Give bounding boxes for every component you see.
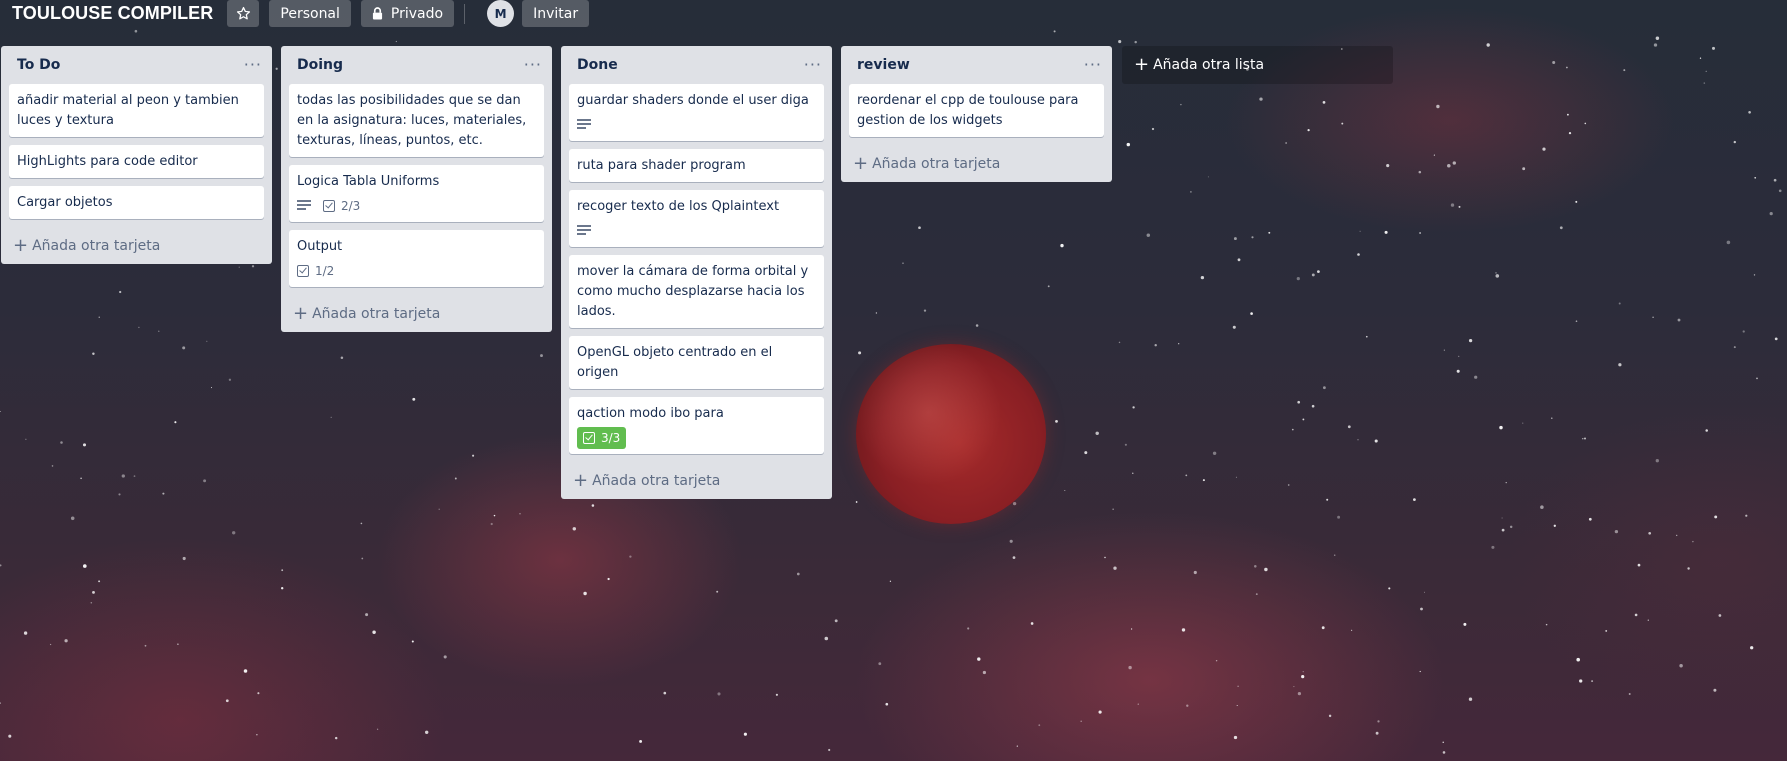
card-title: Cargar objetos [17,195,113,210]
list-menu-icon[interactable]: ··· [244,57,262,73]
checklist-icon [583,432,595,444]
card[interactable]: HighLights para code editor [9,145,264,178]
card-badges: 2/3 [297,196,536,216]
description-icon [297,200,311,212]
checklist-icon [323,200,335,212]
list-done[interactable]: Done ··· guardar shaders donde el user d… [561,46,832,499]
list-header: Done ··· [569,46,824,84]
card-title: reordenar el cpp de toulouse para gestio… [857,93,1079,128]
checklist-badge: 2/3 [323,199,360,213]
checklist-badge: 1/2 [297,264,334,278]
add-card-label: Añada otra tarjeta [872,155,1001,172]
visibility-label: Privado [390,5,444,22]
list-header: review ··· [849,46,1104,84]
card-title: HighLights para code editor [17,154,198,169]
card-title: Logica Tabla Uniforms [297,174,440,189]
list-menu-icon[interactable]: ··· [1084,57,1102,73]
list-review[interactable]: review ··· reordenar el cpp de toulouse … [841,46,1112,182]
checklist-count: 1/2 [315,264,335,278]
invite-label: Invitar [533,5,579,22]
checklist-count: 3/3 [601,431,621,445]
card-title: todas las posibilidades que se dan en la… [297,93,527,148]
plus-icon: + [853,152,869,174]
add-card-button[interactable]: + Añada otra tarjeta [569,462,824,499]
avatar-initial: M [494,6,507,21]
visibility-button[interactable]: Privado [360,0,455,27]
member-avatar[interactable]: M [487,0,515,27]
plus-icon: + [1134,54,1150,75]
team-button[interactable]: Personal [269,0,351,27]
card-title: añadir material al peon y tambien luces … [17,93,239,128]
checklist-icon [297,265,309,277]
description-icon [577,119,591,131]
card[interactable]: Cargar objetos [9,186,264,219]
card-badges: 3/3 [577,427,816,449]
card[interactable]: añadir material al peon y tambien luces … [9,84,264,137]
card[interactable]: reordenar el cpp de toulouse para gestio… [849,84,1104,137]
board-title[interactable]: TOULOUSE COMPILER [12,3,213,24]
header-divider [464,3,466,24]
list-header: Doing ··· [289,46,544,84]
team-label: Personal [280,5,340,22]
plus-icon: + [573,469,589,491]
card[interactable]: Output 1/2 [289,230,544,287]
board-header: TOULOUSE COMPILER Personal Privado M Inv… [0,0,1787,27]
card-title: qaction modo ibo para [577,406,724,421]
card[interactable]: todas las posibilidades que se dan en la… [289,84,544,157]
card-title: Output [297,239,343,254]
list-doing[interactable]: Doing ··· todas las posibilidades que se… [281,46,552,332]
checklist-complete-badge: 3/3 [577,427,627,449]
card-title: ruta para shader program [577,158,746,173]
card[interactable]: qaction modo ibo para 3/3 [569,397,824,454]
description-icon [577,225,591,237]
add-list-button[interactable]: + Añada otra lista [1122,46,1393,84]
list-title[interactable]: Done [577,57,618,73]
card[interactable]: guardar shaders donde el user diga [569,84,824,141]
list-header: To Do ··· [9,46,264,84]
checklist-count: 2/3 [341,199,361,213]
plus-icon: + [13,234,29,256]
invite-button[interactable]: Invitar [522,0,590,27]
list-to-do[interactable]: To Do ··· añadir material al peon y tamb… [1,46,272,264]
card[interactable]: OpenGL objeto centrado en el origen [569,336,824,389]
card[interactable]: recoger texto de los Qplaintext [569,190,824,247]
add-card-label: Añada otra tarjeta [312,305,441,322]
moon-image [856,344,1046,524]
card-badges [577,115,816,135]
list-title[interactable]: To Do [17,57,60,73]
lock-icon [372,7,382,20]
list-menu-icon[interactable]: ··· [804,57,822,73]
card[interactable]: Logica Tabla Uniforms 2/3 [289,165,544,222]
card-badges [577,221,816,241]
card-title: mover la cámara de forma orbital y como … [577,264,809,319]
list-title[interactable]: review [857,57,910,73]
star-icon [236,6,250,20]
card-title: OpenGL objeto centrado en el origen [577,345,773,380]
add-card-label: Añada otra tarjeta [592,472,721,489]
add-card-button[interactable]: + Añada otra tarjeta [849,145,1104,182]
card[interactable]: mover la cámara de forma orbital y como … [569,255,824,328]
card-badges: 1/2 [297,261,536,281]
add-card-button[interactable]: + Añada otra tarjeta [9,227,264,264]
add-list-label: Añada otra lista [1153,57,1265,73]
add-card-button[interactable]: + Añada otra tarjeta [289,295,544,332]
list-menu-icon[interactable]: ··· [524,57,542,73]
plus-icon: + [293,302,309,324]
list-title[interactable]: Doing [297,57,343,73]
star-board-button[interactable] [227,0,260,27]
card-title: guardar shaders donde el user diga [577,93,809,108]
card-title: recoger texto de los Qplaintext [577,199,780,214]
card[interactable]: ruta para shader program [569,149,824,182]
add-card-label: Añada otra tarjeta [32,237,161,254]
